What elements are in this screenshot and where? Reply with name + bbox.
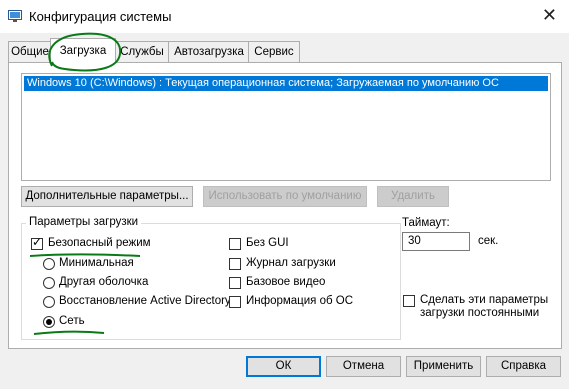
tab-general-label: Общие <box>11 46 49 58</box>
tab-services[interactable]: Службы <box>114 41 170 62</box>
boot-options-title: Параметры загрузки <box>26 216 142 228</box>
ad-repair-label: Восстановление Active Directory <box>59 295 231 307</box>
no-gui-label: Без GUI <box>246 237 289 249</box>
alternate-shell-label: Другая оболочка <box>59 276 149 288</box>
network-label: Сеть <box>59 315 85 327</box>
os-info-checkbox[interactable] <box>229 296 241 308</box>
tab-tools[interactable]: Сервис <box>248 41 300 62</box>
advanced-options-button[interactable]: Дополнительные параметры... <box>21 186 193 207</box>
tab-startup[interactable]: Автозагрузка <box>168 41 250 62</box>
no-gui-checkbox[interactable] <box>229 238 241 250</box>
tab-general[interactable]: Общие <box>8 41 52 62</box>
delete-button[interactable]: Удалить <box>377 186 449 207</box>
safe-boot-label: Безопасный режим <box>48 237 151 249</box>
title-bar: Конфигурация системы ✕ <box>0 0 569 33</box>
minimal-label: Минимальная <box>59 257 134 269</box>
tab-boot-label: Загрузка <box>59 45 107 57</box>
help-button[interactable]: Справка <box>486 356 561 377</box>
tab-services-label: Службы <box>120 46 164 58</box>
timeout-value: 30 <box>408 235 421 247</box>
boot-log-checkbox[interactable] <box>229 258 241 270</box>
close-icon[interactable]: ✕ <box>542 5 557 26</box>
cancel-button[interactable]: Отмена <box>326 356 401 377</box>
tab-startup-label: Автозагрузка <box>174 46 244 58</box>
boot-tab-panel: Windows 10 (C:\Windows) : Текущая операц… <box>8 62 562 349</box>
msconfig-app-icon <box>8 10 22 22</box>
timeout-input[interactable]: 30 <box>402 232 470 251</box>
base-video-checkbox[interactable] <box>229 277 241 289</box>
minimal-radio[interactable] <box>43 258 55 270</box>
boot-log-label: Журнал загрузки <box>246 257 336 269</box>
safe-boot-checkbox[interactable]: ✓ <box>31 235 43 250</box>
network-radio[interactable] <box>43 316 55 328</box>
set-as-default-button[interactable]: Использовать по умолчанию <box>203 186 367 207</box>
radio-selected-dot <box>46 319 52 325</box>
ok-button[interactable]: ОК <box>246 356 321 377</box>
checkmark-icon: ✓ <box>32 235 43 249</box>
alternate-shell-radio[interactable] <box>43 277 55 289</box>
boot-entry-item[interactable]: Windows 10 (C:\Windows) : Текущая операц… <box>24 76 548 91</box>
window-title: Конфигурация системы <box>29 9 172 24</box>
timeout-label: Таймаут: <box>402 217 450 229</box>
timeout-unit: сек. <box>478 235 499 247</box>
make-permanent-label: Сделать эти параметры загрузки постоянны… <box>420 294 549 319</box>
tab-boot[interactable]: Загрузка <box>50 38 116 63</box>
system-configuration-window: Конфигурация системы ✕ Общие Загрузка Сл… <box>0 0 569 389</box>
tab-tools-label: Сервис <box>254 46 294 58</box>
ad-repair-radio[interactable] <box>43 296 55 308</box>
make-permanent-checkbox[interactable] <box>403 295 415 307</box>
os-info-label: Информация об ОС <box>246 295 354 307</box>
boot-entries-list[interactable]: Windows 10 (C:\Windows) : Текущая операц… <box>21 73 551 181</box>
apply-button[interactable]: Применить <box>406 356 481 377</box>
base-video-label: Базовое видео <box>246 276 326 288</box>
